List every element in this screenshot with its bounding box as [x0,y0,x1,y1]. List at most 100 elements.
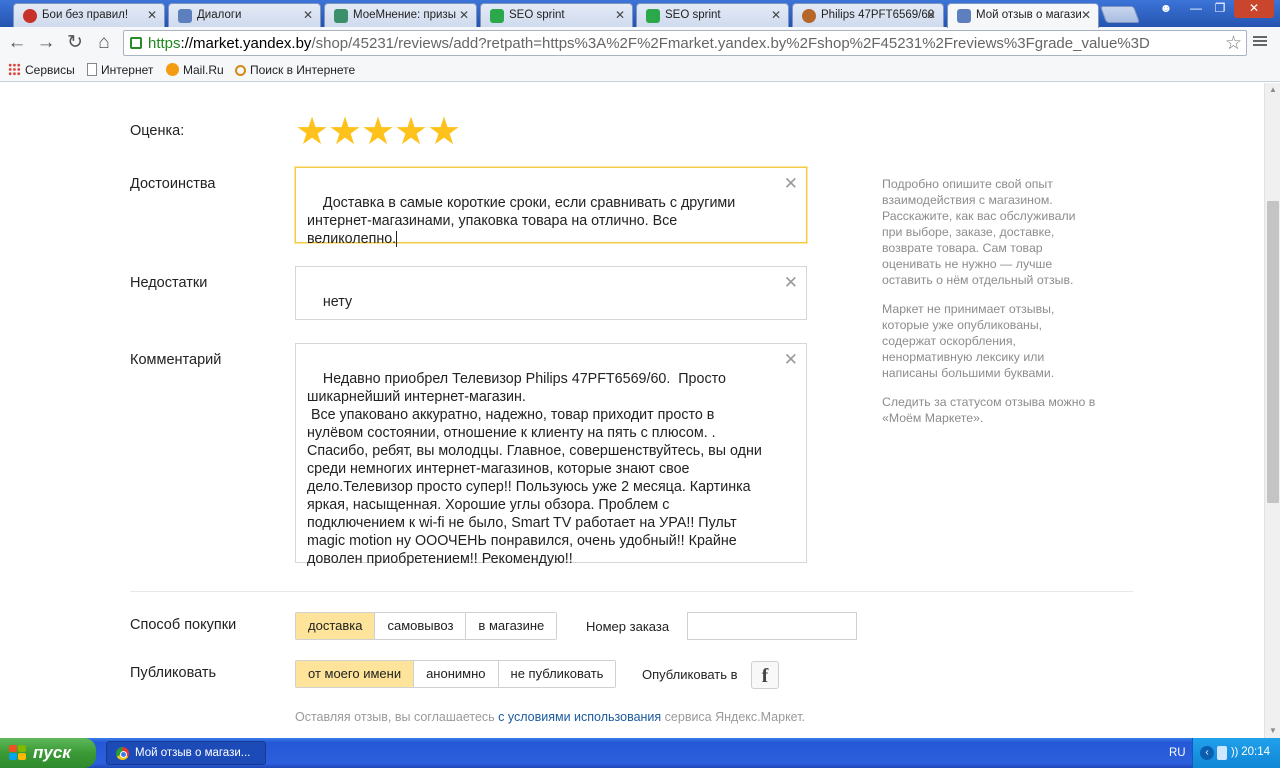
purchase-option-in-store[interactable]: в магазине [466,613,557,639]
scroll-up-icon[interactable]: ▲ [1265,83,1280,97]
tab-title: SEO sprint [665,9,721,21]
tab-close-icon[interactable]: ✕ [615,8,625,22]
share-label: Опубликовать в [642,667,738,682]
tab-close-icon[interactable]: ✕ [459,8,469,22]
cons-textarea[interactable]: нету ✕ [295,266,807,320]
bookmark-mailru[interactable]: Mail.Ru [166,63,224,77]
comment-textarea[interactable]: Недавно приобрел Телевизор Philips 47PFT… [295,343,807,567]
browser-tab[interactable]: SEO sprint ✕ [480,3,633,27]
order-number-input[interactable] [687,612,857,640]
browser-tab[interactable]: Philips 47PFT6569/60 ✕ [792,3,944,27]
tab-close-icon[interactable]: ✕ [1081,8,1091,22]
bookmark-apps[interactable]: Сервисы [8,63,75,77]
address-bar[interactable]: https://market.yandex.by/shop/45231/revi… [123,30,1247,56]
bookmark-search[interactable]: Поиск в Интернете [235,63,355,77]
system-tray: ‹ )) 20:14 [1192,738,1280,768]
star-icon[interactable]: ★ [328,113,362,151]
review-form-page: Оценка: ★★★★★ Достоинства Доставка в сам… [0,83,1264,738]
cons-label: Недостатки [130,275,208,291]
chrome-icon [116,747,129,760]
star-icon[interactable]: ★ [295,113,329,151]
reload-icon[interactable]: ↻ [63,31,87,55]
home-icon[interactable]: ⌂ [92,31,116,55]
tab-close-icon[interactable]: ✕ [303,8,313,22]
facebook-icon[interactable]: f [751,661,779,689]
purchase-option-pickup[interactable]: самовывоз [375,613,467,639]
network-icon[interactable] [1217,746,1227,760]
page-scrollbar[interactable]: ▲ ▼ [1264,83,1280,738]
publish-option-dont-publish[interactable]: не публиковать [498,661,616,687]
bookmark-label: Интернет [101,63,154,77]
browser-tab-active[interactable]: Мой отзыв о магази ✕ [947,3,1099,28]
user-profile-icon[interactable]: ☻ [1154,0,1178,18]
taskbar-window-button[interactable]: Мой отзыв о магази... [106,741,266,765]
tab-title: Диалоги [197,9,242,21]
publish-option-my-name[interactable]: от моего имени [296,661,415,687]
purchase-method-label: Способ покупки [130,617,237,633]
back-arrow-icon[interactable]: ← [5,31,29,55]
chrome-menu-icon[interactable] [1253,34,1267,52]
scroll-down-icon[interactable]: ▼ [1265,724,1280,738]
browser-tab[interactable]: Бои без правил! ✕ [13,3,165,27]
bookmark-internet[interactable]: Интернет [87,63,153,77]
hint-rules: Маркет не принимает отзывы, которые уже … [882,302,1055,380]
terms-text: Оставляя отзыв, вы соглашаетесь [295,710,499,724]
tab-favicon-icon [957,9,971,23]
apps-grid-icon [8,63,21,76]
publish-option-anonymous[interactable]: анонимно [414,661,499,687]
language-indicator[interactable]: RU [1169,747,1186,759]
tab-favicon-icon [23,9,37,23]
taskbar-window-title: Мой отзыв о магази... [135,747,251,759]
hint-status: Следить за статусом отзыва можно в «Моём… [882,395,1096,425]
rating-label: Оценка: [130,123,185,139]
tab-close-icon[interactable]: ✕ [926,8,936,22]
clear-cons-icon[interactable]: ✕ [784,274,798,291]
minimize-window-icon[interactable]: — [1184,0,1208,18]
tab-favicon-icon [334,9,348,23]
purchase-option-delivery[interactable]: доставка [296,613,376,639]
browser-toolbar: ← → ↻ ⌂ https://market.yandex.by/shop/45… [0,27,1280,59]
new-tab-button[interactable] [1099,6,1141,23]
start-button[interactable]: пуск [0,738,96,768]
terms-notice: Оставляя отзыв, вы соглашаетесь с услови… [295,710,805,724]
text-cursor [396,231,398,247]
pros-label: Достоинства [130,176,216,192]
tab-favicon-icon [646,9,660,23]
url-host: ://market.yandex.by [180,35,312,52]
scroll-thumb[interactable] [1267,201,1279,503]
clear-pros-icon[interactable]: ✕ [784,175,798,192]
tab-close-icon[interactable]: ✕ [147,8,157,22]
browser-tab[interactable]: Диалоги ✕ [168,3,321,27]
tab-title: Мой отзыв о магази [976,9,1082,21]
tab-favicon-icon [178,9,192,23]
close-window-icon[interactable]: ✕ [1234,0,1274,18]
url-text[interactable]: https://market.yandex.by/shop/45231/revi… [148,35,1218,52]
clock[interactable]: 20:14 [1241,746,1270,758]
terms-link[interactable]: с условиями использования [498,710,661,724]
tab-title: Philips 47PFT6569/60 [821,9,935,21]
comment-text: Недавно приобрел Телевизор Philips 47PFT… [307,371,762,567]
star-icon[interactable]: ★ [361,113,395,151]
browser-tab[interactable]: SEO sprint ✕ [636,3,789,27]
star-icon[interactable]: ★ [427,113,461,151]
url-scheme: https [148,35,181,52]
lock-icon [130,37,142,49]
rating-stars[interactable]: ★★★★★ [295,113,461,151]
clear-comment-icon[interactable]: ✕ [784,351,798,368]
forward-arrow-icon[interactable]: → [34,31,58,55]
tab-favicon-icon [490,9,504,23]
browser-tab[interactable]: МоеМнение: призы ✕ [324,3,477,27]
tab-close-icon[interactable]: ✕ [771,8,781,22]
star-icon[interactable]: ★ [394,113,428,151]
bookmark-star-icon[interactable]: ☆ [1225,32,1242,55]
publish-selector: от моего имени анонимно не публиковать [295,660,617,688]
hint-describe: Подробно опишите свой опыт взаимодействи… [882,177,1076,287]
order-number-label: Номер заказа [586,619,670,634]
comment-label: Комментарий [130,352,222,368]
tab-title: МоеМнение: призы [353,9,456,21]
tray-expand-icon[interactable]: ‹ [1200,746,1214,760]
restore-window-icon[interactable]: ❐ [1208,0,1232,18]
pros-textarea[interactable]: Доставка в самые короткие сроки, если ср… [295,167,807,247]
purchase-method-selector: доставка самовывоз в магазине [295,612,558,640]
tab-title: Бои без правил! [42,9,129,21]
